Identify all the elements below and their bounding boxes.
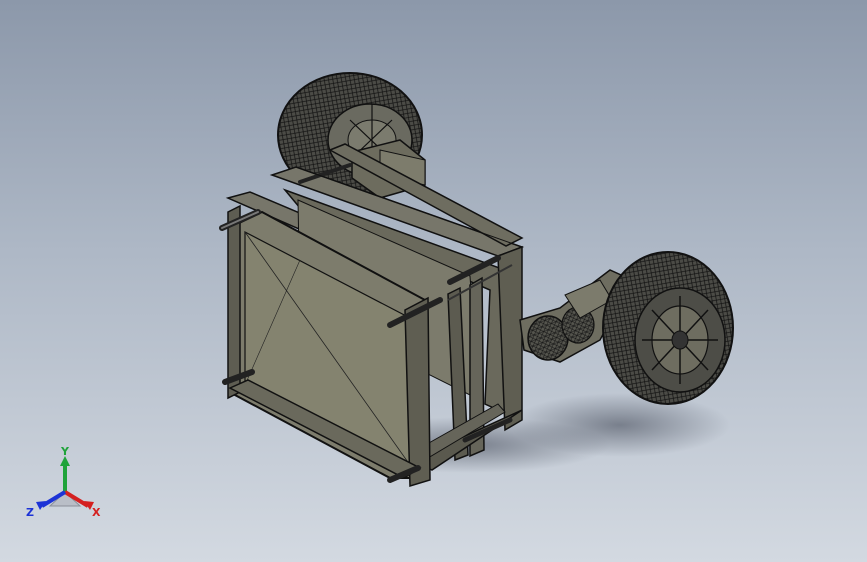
front-wheel[interactable] bbox=[602, 251, 734, 405]
model-view[interactable] bbox=[0, 0, 867, 562]
y-axis-label: Y bbox=[60, 445, 70, 458]
wheel-shadow bbox=[510, 393, 730, 457]
cad-viewport[interactable]: Y X Z bbox=[0, 0, 867, 562]
chassis-frame[interactable] bbox=[219, 143, 525, 487]
x-axis-label: X bbox=[92, 506, 101, 519]
z-axis-label: Z bbox=[26, 506, 34, 519]
orientation-triad[interactable]: Y X Z bbox=[20, 444, 110, 524]
